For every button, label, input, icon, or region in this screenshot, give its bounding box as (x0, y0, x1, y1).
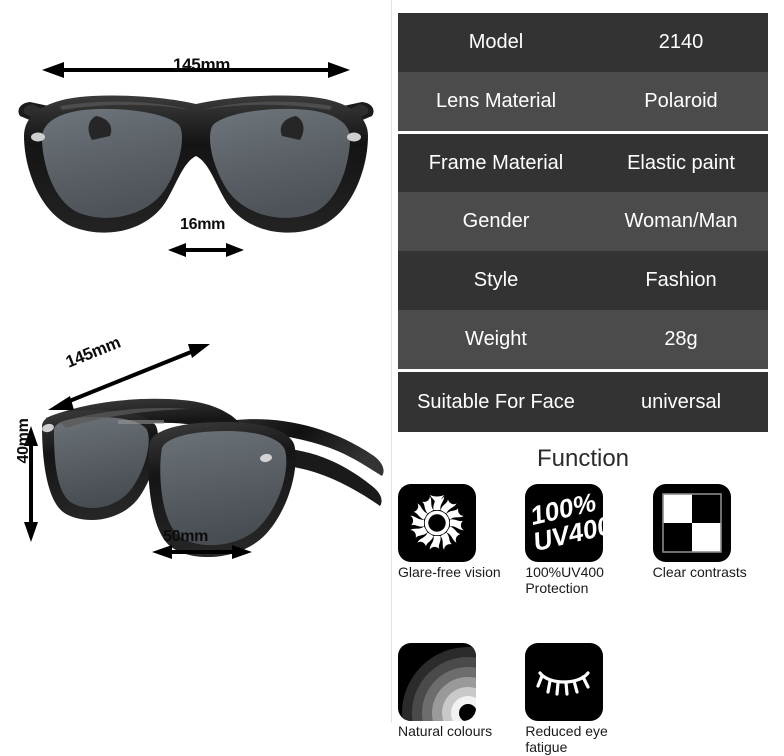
function-item-glare-free: Glare-free vision (398, 484, 525, 596)
function-item-empty (653, 643, 780, 755)
function-row: Glare-free vision 100% UV400 100%UV400 P… (398, 484, 780, 596)
table-row: Model 2140 (398, 13, 768, 72)
closed-eye-icon (525, 643, 604, 722)
table-row: Lens Material Polaroid (398, 72, 768, 131)
spec-value: Woman/Man (624, 210, 738, 232)
dimension-label-lens-width: 50mm (163, 528, 209, 545)
spec-key: Model (468, 31, 524, 53)
spec-value: universal (640, 390, 722, 413)
dimension-label-front-width: 145mm (173, 55, 231, 74)
table-row: Suitable For Face universal (398, 372, 768, 432)
table-row: Frame Material Elastic paint (398, 134, 768, 192)
function-item-uv400: 100% UV400 100%UV400 Protection (525, 484, 652, 596)
sunglasses-angled-view (24, 344, 384, 559)
spec-value: 28g (664, 328, 698, 350)
uv400-badge-icon: 100% UV400 (525, 484, 604, 562)
dimension-label-lens-height: 40mm (15, 418, 32, 464)
sun-rays-icon (398, 484, 476, 562)
spec-key: Frame Material (428, 151, 564, 174)
spec-key: Suitable For Face (417, 390, 575, 413)
product-image-panel: 145mm 16mm 145mm 40mm 50mm (0, 0, 392, 723)
function-section-title: Function (536, 445, 630, 472)
spec-value: 2140 (658, 31, 704, 53)
function-caption: Clear contrasts (652, 564, 747, 580)
rainbow-arcs-icon (398, 643, 476, 722)
function-caption: Natural colours (398, 723, 493, 740)
sunglasses-front-view (18, 62, 374, 257)
function-item-clear-contrasts: Clear contrasts (652, 484, 780, 596)
spec-key: Style (473, 269, 519, 291)
spec-key: Lens Material (435, 90, 557, 112)
spec-value: Polaroid (644, 90, 718, 112)
column-divider (391, 0, 392, 723)
spec-value: Fashion (645, 269, 717, 291)
function-caption: Reduced eye fatigue (525, 723, 608, 756)
dimension-label-bridge: 16mm (180, 216, 226, 233)
function-caption: Glare-free vision (398, 564, 501, 580)
function-icon-grid: Glare-free vision 100% UV400 100%UV400 P… (398, 484, 780, 756)
function-caption: 100%UV400 Protection (525, 564, 604, 596)
spec-key: Weight (465, 328, 527, 350)
dimension-arrow-bridge (168, 243, 244, 257)
spec-value: Elastic paint (627, 151, 735, 174)
table-row: Weight 28g (398, 310, 768, 369)
function-row: Natural colours Reduced eye fatigue (398, 643, 780, 755)
product-spec-infographic: 145mm 16mm 145mm 40mm 50mm Model 2140 Le… (0, 0, 784, 755)
function-item-natural-colours: Natural colours (398, 643, 525, 755)
checkerboard-icon (652, 484, 731, 562)
spec-key: Gender (462, 210, 530, 232)
specification-table: Model 2140 Lens Material Polaroid Frame … (398, 13, 768, 432)
function-item-reduced-eye-fatigue: Reduced eye fatigue (525, 643, 652, 755)
table-row: Gender Woman/Man (398, 192, 768, 251)
table-row: Style Fashion (398, 251, 768, 310)
